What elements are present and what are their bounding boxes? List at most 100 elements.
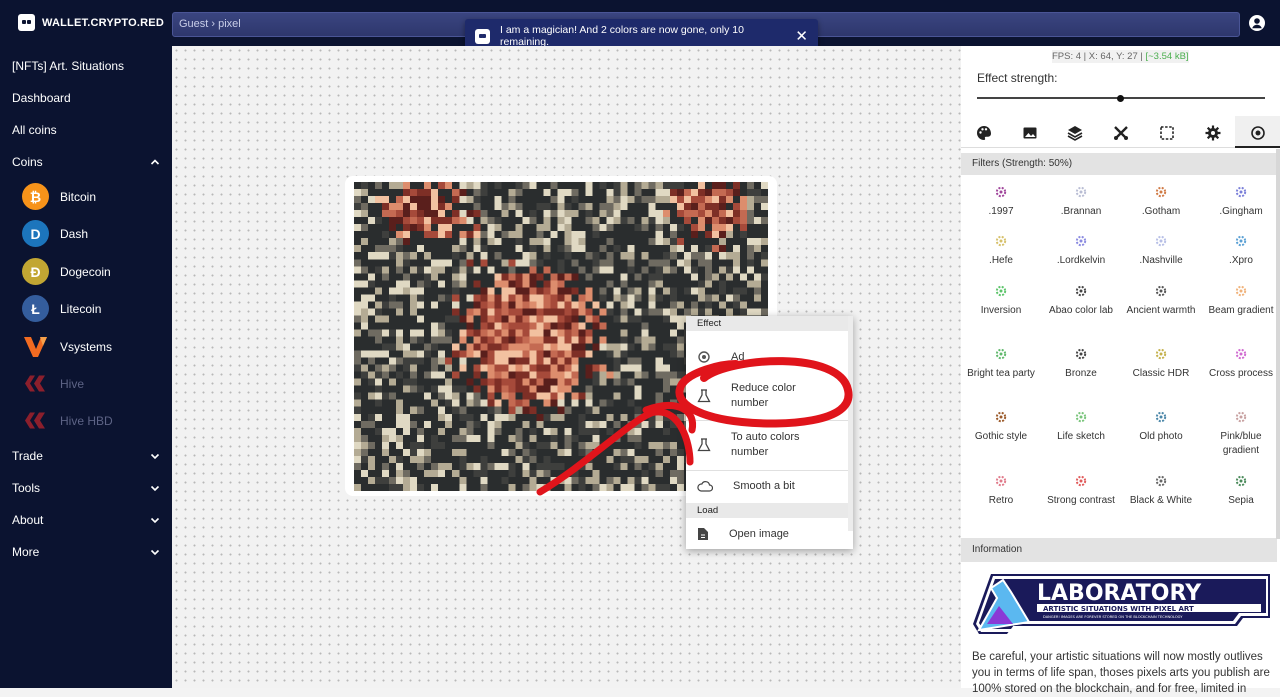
sidebar-item-all-coins[interactable]: All coins [12, 120, 160, 140]
filter-item[interactable]: .Gingham [1201, 185, 1280, 219]
filter-item[interactable]: Bright tea party [961, 347, 1041, 381]
filter-item[interactable]: .Xpro [1201, 234, 1280, 268]
filter-item[interactable]: Black & White [1121, 474, 1201, 508]
filter-item[interactable]: .1997 [961, 185, 1041, 219]
filter-item[interactable]: Life sketch [1041, 410, 1121, 444]
filter-label: Black & White [1129, 495, 1193, 506]
filter-item[interactable]: Bronze [1041, 347, 1121, 381]
slider-thumb[interactable] [1117, 95, 1124, 102]
image-icon[interactable] [1022, 125, 1038, 141]
tool-tabs [961, 116, 1280, 148]
filter-label: Cross process [1209, 368, 1273, 379]
filter-item[interactable]: .Lordkelvin [1041, 234, 1121, 268]
filter-item[interactable]: Beam gradient [1201, 284, 1280, 318]
filter-label: .Gotham [1141, 206, 1181, 217]
filter-item[interactable]: .Brannan [1041, 185, 1121, 219]
filter-icon [995, 475, 1007, 487]
menu-item-ad[interactable]: Ad [686, 343, 848, 371]
filter-item[interactable]: .Nashville [1121, 234, 1201, 268]
menu-item-smooth[interactable]: Smooth a bit [686, 474, 848, 498]
brand-logo[interactable]: WALLET.CRYPTO.RED [18, 14, 164, 31]
flask-icon [697, 389, 711, 403]
menu-item-auto-colors-number[interactable]: To auto colors number [686, 422, 848, 468]
sidebar-item-dogecoin[interactable]: Ð Dogecoin [22, 258, 111, 285]
filter-label: .1997 [988, 206, 1014, 217]
menu-item-reduce-color-number[interactable]: Reduce color number [686, 374, 848, 418]
chevron-down-icon [150, 549, 160, 556]
cloud-icon [697, 481, 713, 492]
sidebar-item-dashboard[interactable]: Dashboard [12, 88, 160, 108]
sidebar-item-coins[interactable]: Coins [12, 152, 160, 172]
filter-icon [1155, 285, 1167, 297]
sidebar-item-litecoin[interactable]: Ł Litecoin [22, 295, 101, 322]
sidebar: [NFTs] Art. Situations Dashboard All coi… [0, 46, 172, 688]
filter-item[interactable]: Strong contrast [1041, 474, 1121, 508]
palette-icon[interactable] [976, 125, 992, 141]
sidebar-item-vsystems[interactable]: Vsystems [22, 333, 112, 360]
filter-item[interactable]: Inversion [961, 284, 1041, 318]
sidebar-item-bitcoin[interactable]: ₿ Bitcoin [22, 183, 96, 210]
chevron-down-icon [150, 517, 160, 524]
laboratory-banner: LABORATORY ARTISTIC SITUATIONS WITH PIXE… [973, 574, 1270, 634]
hive-hbd-icon [25, 412, 45, 429]
filter-item[interactable]: Classic HDR [1121, 347, 1201, 381]
toast-message: I am a magician! And 2 colors are now go… [500, 24, 744, 48]
layers-icon[interactable] [1067, 125, 1083, 141]
filter-item[interactable]: .Gotham [1121, 185, 1201, 219]
filter-item[interactable]: Old photo [1121, 410, 1201, 444]
close-icon[interactable]: ✕ [795, 27, 808, 45]
menu-scrollbar[interactable] [848, 316, 853, 531]
menu-item-label: Smooth a bit [733, 479, 795, 492]
filter-item[interactable]: Pink/blue gradient [1201, 410, 1280, 458]
filters-icon[interactable] [1250, 125, 1266, 141]
filter-icon [995, 285, 1007, 297]
selection-icon[interactable] [1159, 125, 1175, 141]
filter-item[interactable]: Abao color lab [1041, 284, 1121, 318]
filter-icon [1235, 235, 1247, 247]
information-text: Be careful, your artistic situations wil… [972, 651, 1270, 695]
filter-label: Retro [988, 495, 1014, 506]
filter-item[interactable]: Retro [961, 474, 1041, 508]
menu-item-label: Open image [729, 527, 789, 540]
filter-item[interactable]: .Hefe [961, 234, 1041, 268]
filter-icon [1235, 285, 1247, 297]
tools-icon[interactable] [1113, 125, 1129, 141]
filter-item[interactable]: Ancient warmth [1121, 284, 1201, 318]
litecoin-icon: Ł [22, 295, 49, 322]
panel-scrollbar[interactable] [1276, 149, 1280, 539]
filter-label: .Brannan [1060, 206, 1102, 217]
sidebar-item-about[interactable]: About [12, 510, 160, 530]
filter-item[interactable]: Cross process [1201, 347, 1280, 381]
menu-item-label: To auto colors number [731, 431, 800, 458]
filter-icon [1075, 285, 1087, 297]
filter-icon [1235, 186, 1247, 198]
account-icon[interactable] [1249, 15, 1265, 31]
filter-label: .Gingham [1219, 206, 1263, 217]
filter-label: Life sketch [1057, 431, 1105, 442]
sidebar-item-hive-hbd[interactable]: Hive HBD [22, 407, 113, 434]
filter-label: Pink/blue gradient [1220, 431, 1262, 456]
menu-section-load: Load [686, 503, 848, 518]
sidebar-item-trade[interactable]: Trade [12, 446, 160, 466]
menu-item-label: Reduce color number [731, 382, 796, 409]
dogecoin-icon: Ð [22, 258, 49, 285]
banner-subtitle: ARTISTIC SITUATIONS WITH PIXEL ART [1043, 605, 1194, 613]
filter-icon [1155, 475, 1167, 487]
sidebar-item-hive[interactable]: Hive [22, 370, 84, 397]
sidebar-item-tools[interactable]: Tools [12, 478, 160, 498]
sidebar-item-label: About [12, 513, 44, 527]
gear-icon[interactable] [1205, 125, 1221, 141]
banner-fine: DANGER! IMAGES ARE FOREVER STORED ON THE… [1043, 615, 1183, 619]
filter-label: Gothic style [974, 431, 1028, 442]
filter-item[interactable]: Gothic style [961, 410, 1041, 444]
menu-item-open-image[interactable]: Open image [686, 522, 848, 546]
sidebar-item-label: Coins [12, 155, 43, 169]
sidebar-item-nfts[interactable]: [NFTs] Art. Situations [12, 56, 160, 76]
filter-label: Bronze [1065, 368, 1097, 379]
tools-panel: FPS: 4 | X: 64, Y: 27 | [~3.54 kB] Effec… [961, 46, 1280, 695]
brand-name: WALLET.CRYPTO.RED [42, 16, 164, 29]
filter-icon [995, 348, 1007, 360]
sidebar-item-dash[interactable]: D Dash [22, 220, 88, 247]
filter-item[interactable]: Sepia [1201, 474, 1280, 508]
sidebar-item-more[interactable]: More [12, 542, 160, 562]
